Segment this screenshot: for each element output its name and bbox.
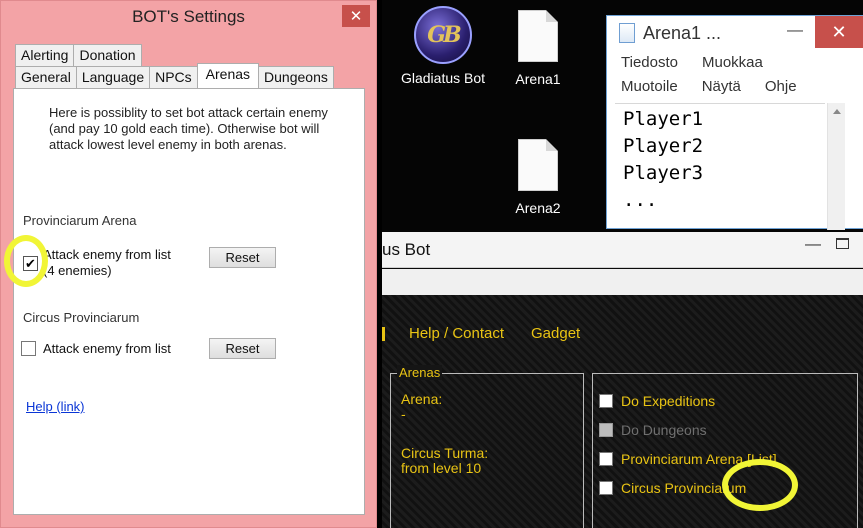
tab-row-bottom: General Language NPCs Arenas Dungeons (15, 63, 334, 88)
circus-reset-button[interactable]: Reset (209, 338, 276, 359)
desktop-icon-label: Arena1 (515, 71, 561, 87)
checkbox (599, 422, 613, 437)
desktop-icon-label: Arena2 (515, 200, 561, 216)
tab-dungeons[interactable]: Dungeons (258, 66, 334, 88)
notepad-text-area[interactable]: Player1 Player2 Player3 ... (615, 103, 825, 230)
circus-turma-value: from level 10 (401, 460, 482, 476)
option-label: Do Expeditions (621, 392, 716, 409)
arenas-panel: Arenas Arena: - Circus Turma: from level… (390, 365, 584, 528)
notepad-menubar: Tiedosto Muokkaa Muotoile Näytä Ohje (607, 50, 863, 102)
menu-file[interactable]: Tiedosto (621, 54, 678, 76)
checkbox[interactable] (599, 393, 613, 408)
provinciarum-heading: Provinciarum Arena (23, 213, 137, 228)
desktop-icon-label: Gladiatus Bot (400, 70, 486, 86)
tab-alerting[interactable]: Alerting (15, 44, 75, 66)
notepad-window: Arena1 ... — ✕ Tiedosto Muokkaa Muotoile… (606, 15, 863, 230)
circus-info: Circus Turma: from level 10 (401, 446, 488, 476)
screen: GB Gladiatus Bot Arena1 Arena2 Arena1 ..… (0, 0, 863, 528)
provinciarum-reset-button[interactable]: Reset (209, 247, 276, 268)
tab-language[interactable]: Language (75, 66, 151, 88)
highlight-circle-checkbox (4, 235, 48, 287)
highlight-circle-list (722, 459, 798, 511)
minimize-button[interactable]: — (805, 236, 821, 254)
option-do-expeditions[interactable]: Do Expeditions (599, 386, 777, 415)
circus-attack-checkbox[interactable] (21, 341, 36, 356)
text-line: ... (623, 189, 658, 211)
notepad-icon (619, 23, 635, 43)
minimize-button[interactable]: — (787, 22, 803, 40)
desktop-icon-gladiatus-bot[interactable]: GB Gladiatus Bot (394, 6, 492, 86)
text-line: Player2 (623, 135, 704, 157)
nav-gadget[interactable]: Gadget (531, 325, 580, 342)
arena-value: - (401, 406, 406, 422)
close-button[interactable]: ✕ (815, 16, 863, 48)
notepad-titlebar[interactable]: Arena1 ... — ✕ (607, 16, 863, 50)
enemy-count: (4 enemies) (43, 263, 112, 278)
option-do-dungeons: Do Dungeons (599, 415, 777, 444)
desktop-icon-arena2[interactable]: Arena2 (506, 139, 570, 216)
text-file-icon (518, 139, 558, 191)
settings-dialog: BOT's Settings ✕ Alerting Donation Gener… (0, 0, 377, 528)
arena-info: Arena: - (401, 392, 442, 422)
circus-turma-label: Circus Turma: (401, 445, 489, 461)
nav-separator (382, 327, 385, 341)
bot-window-titlebar[interactable]: us Bot — (382, 232, 863, 268)
maximize-button[interactable] (836, 238, 849, 249)
nav-help-contact[interactable]: Help / Contact (409, 325, 504, 342)
checkbox[interactable] (599, 451, 613, 466)
arenas-tab-pane: Here is possiblity to set bot attack cer… (13, 88, 365, 515)
vertical-scrollbar[interactable] (827, 103, 845, 230)
text-line: Player1 (623, 108, 704, 130)
menu-format[interactable]: Muotoile (621, 78, 678, 100)
circus-heading: Circus Provinciarum (23, 310, 140, 325)
menu-edit[interactable]: Muokkaa (702, 54, 763, 76)
close-button[interactable]: ✕ (342, 5, 370, 27)
option-label: Do Dungeons (621, 421, 707, 438)
text-file-icon (518, 10, 558, 62)
arenas-panel-legend: Arenas (397, 365, 443, 380)
gladiatus-bot-logo-icon: GB (414, 6, 472, 64)
arenas-description: Here is possiblity to set bot attack cer… (49, 105, 328, 152)
arena-label: Arena: (401, 391, 443, 407)
checkbox[interactable] (599, 480, 613, 495)
circus-attack-label[interactable]: Attack enemy from list (43, 341, 171, 357)
tab-donation[interactable]: Donation (73, 44, 142, 66)
help-link[interactable]: Help (link) (26, 399, 85, 414)
tab-arenas[interactable]: Arenas (196, 63, 260, 88)
tab-row-top: Alerting Donation (15, 44, 142, 66)
tab-npcs[interactable]: NPCs (149, 66, 198, 88)
settings-title: BOT's Settings (132, 6, 245, 26)
menu-help[interactable]: Ohje (765, 78, 797, 100)
tab-general[interactable]: General (15, 66, 77, 88)
desktop-icon-arena1[interactable]: Arena1 (506, 10, 570, 87)
bot-window-toolbar-strip (382, 269, 863, 295)
actions-panel: Do Expeditions Do Dungeons Provinciarum … (592, 373, 858, 528)
label-line: Attack enemy from list (43, 247, 171, 262)
text-line: Player3 (623, 162, 704, 184)
provinciarum-attack-label[interactable]: Attack enemy from list (4 enemies) (43, 247, 171, 279)
settings-titlebar[interactable]: BOT's Settings ✕ (1, 1, 376, 32)
notepad-title: Arena1 ... (643, 22, 722, 43)
bot-window-title: us Bot (382, 240, 431, 259)
menu-view[interactable]: Näytä (702, 78, 741, 100)
